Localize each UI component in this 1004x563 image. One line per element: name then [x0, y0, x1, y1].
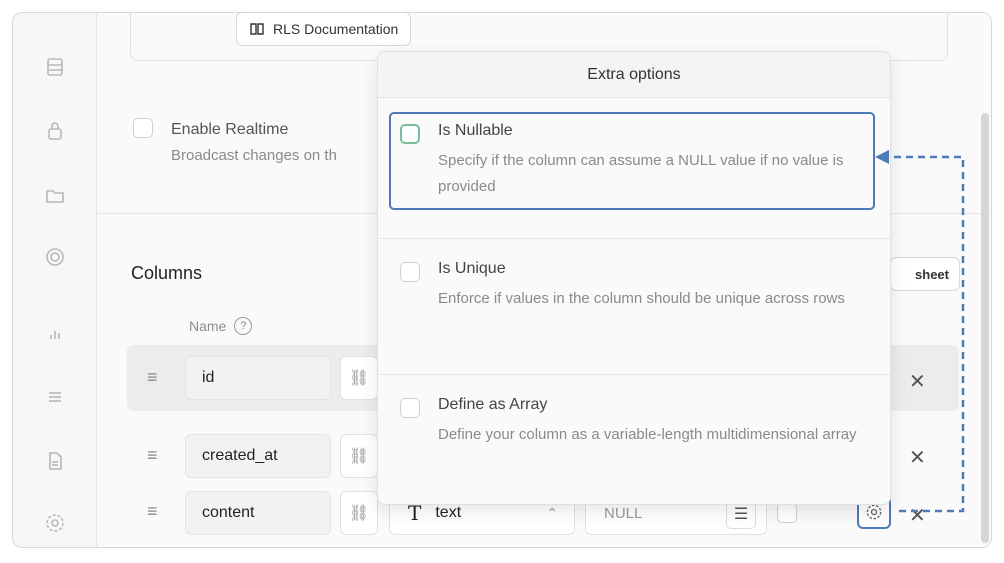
divider	[378, 374, 890, 375]
option-description: Enforce if values in the column should b…	[438, 290, 845, 307]
logs-icon[interactable]	[43, 385, 67, 409]
default-value-text: NULL	[604, 504, 643, 522]
help-icon[interactable]: ?	[234, 317, 253, 335]
foreign-key-link-icon[interactable]: ⛓	[340, 356, 378, 400]
columns-title: Columns	[131, 263, 203, 283]
docs-icon[interactable]	[43, 449, 67, 473]
drag-handle-icon[interactable]: ≡	[147, 501, 158, 522]
lock-icon[interactable]	[43, 119, 67, 143]
name-header-label: Name	[189, 318, 227, 334]
book-icon	[250, 23, 264, 35]
remove-column-close-icon[interactable]: ✕	[909, 369, 926, 394]
app-window: RLS Documentation Enable Realtime Broadc…	[12, 12, 992, 548]
enable-realtime-label: Enable Realtime	[171, 121, 289, 138]
foreign-key-link-icon[interactable]: ⛓	[340, 434, 378, 478]
column-type-value: text	[435, 504, 462, 521]
column-name-input[interactable]: id	[185, 356, 331, 400]
rls-documentation-label: RLS Documentation	[273, 21, 399, 37]
column-name-input[interactable]: created_at	[185, 434, 331, 478]
option-define-as-array[interactable]: Define as Array Define your column as a …	[378, 396, 890, 448]
table-editor-icon[interactable]	[43, 55, 67, 79]
chevron-updown-icon: ⌃	[546, 504, 558, 521]
scrollbar[interactable]	[981, 113, 989, 543]
reports-icon[interactable]	[43, 321, 67, 345]
drag-handle-icon[interactable]: ≡	[147, 367, 158, 388]
name-column-header: Name ?	[189, 317, 253, 335]
highlight-box	[389, 112, 875, 210]
option-title: Is Unique	[438, 260, 506, 277]
functions-icon[interactable]	[43, 245, 67, 269]
import-spreadsheet-button[interactable]: sheet	[890, 257, 960, 291]
divider	[378, 238, 890, 239]
enable-realtime-description: Broadcast changes on th	[171, 147, 337, 164]
extra-options-popover: Extra options Is Nullable Specify if the…	[377, 51, 891, 505]
settings-icon[interactable]	[43, 511, 67, 535]
sidebar	[13, 13, 97, 547]
define-as-array-checkbox[interactable]	[400, 398, 420, 418]
option-is-unique[interactable]: Is Unique Enforce if values in the colum…	[378, 260, 890, 312]
extra-options-title: Extra options	[378, 52, 890, 98]
rls-documentation-button[interactable]: RLS Documentation	[236, 13, 412, 46]
foreign-key-link-icon[interactable]: ⛓	[340, 491, 378, 535]
drag-handle-icon[interactable]: ≡	[147, 445, 158, 466]
is-unique-checkbox[interactable]	[400, 262, 420, 282]
storage-icon[interactable]	[43, 183, 67, 207]
remove-column-close-icon[interactable]: ✕	[909, 503, 926, 528]
primary-key-checkbox[interactable]	[777, 503, 797, 523]
column-name-input[interactable]: content	[185, 491, 331, 535]
option-title: Define as Array	[438, 396, 548, 413]
enable-realtime-checkbox[interactable]	[133, 118, 153, 138]
option-description: Define your column as a variable-length …	[438, 426, 857, 443]
remove-column-close-icon[interactable]: ✕	[909, 445, 926, 470]
